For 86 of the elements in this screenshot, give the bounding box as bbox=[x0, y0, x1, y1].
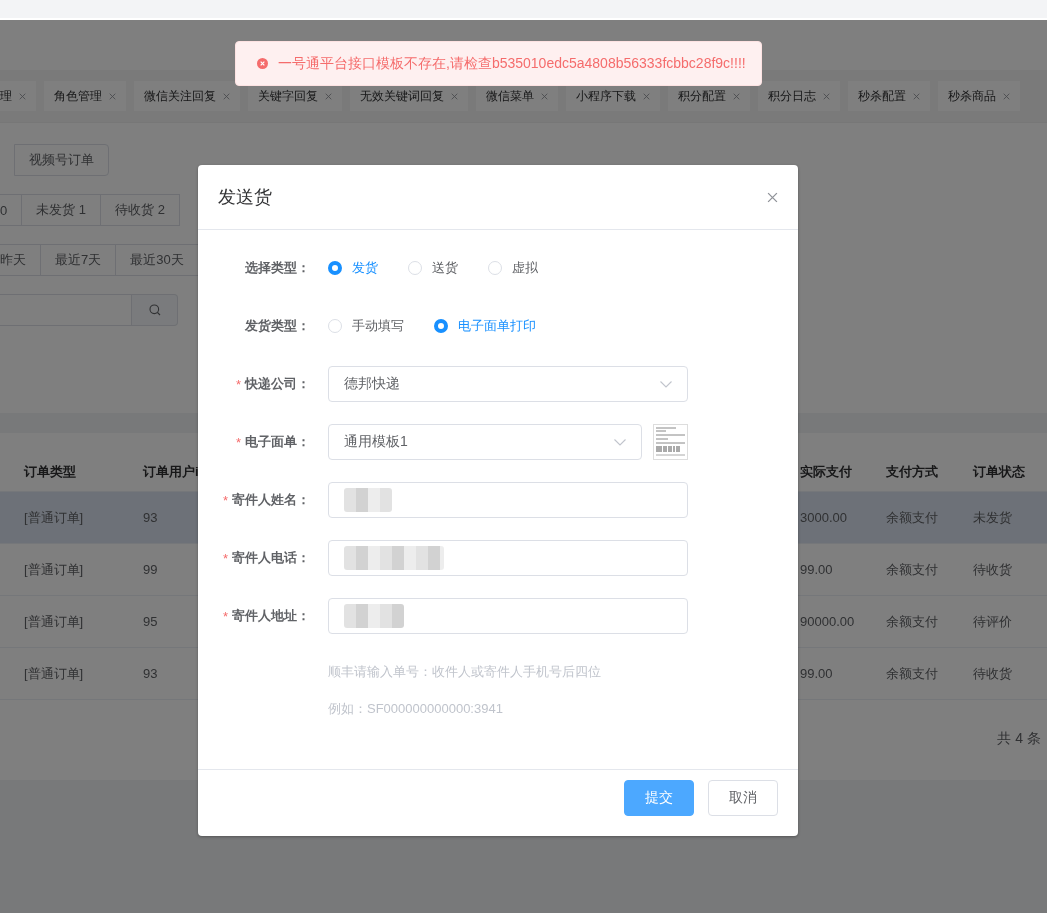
close-icon[interactable] bbox=[767, 191, 778, 203]
required-asterisk: * bbox=[235, 434, 241, 450]
page-tab[interactable]: 角色管理 bbox=[44, 81, 126, 111]
table-cell: 未发货 bbox=[973, 508, 1012, 527]
close-icon[interactable] bbox=[1003, 92, 1010, 100]
page-tab[interactable]: 理 bbox=[0, 81, 36, 111]
table-cell: 待收货 bbox=[973, 664, 1012, 683]
search-icon bbox=[148, 304, 161, 316]
close-icon[interactable] bbox=[913, 92, 920, 100]
table-cell: 3000.00 bbox=[800, 510, 847, 525]
status-filter-button[interactable]: 未发货 1 bbox=[22, 194, 102, 226]
order-source-button[interactable]: 视频号订单 bbox=[14, 144, 109, 176]
radio-option[interactable]: 手动填写 bbox=[328, 317, 404, 335]
required-asterisk: * bbox=[235, 376, 241, 392]
close-icon[interactable] bbox=[451, 92, 458, 100]
text-field[interactable] bbox=[328, 482, 688, 518]
waybill-thumbnail[interactable] bbox=[653, 424, 688, 460]
page-tab[interactable]: 秒杀商品 bbox=[938, 81, 1020, 111]
radio-dot[interactable] bbox=[434, 319, 448, 333]
page-tab[interactable]: 微信关注回复 bbox=[134, 81, 240, 111]
field-label: 发货类型： bbox=[245, 317, 310, 335]
close-icon[interactable] bbox=[223, 92, 230, 100]
close-icon[interactable] bbox=[19, 92, 26, 100]
table-cell: [普通订单] bbox=[24, 508, 84, 527]
cancel-button[interactable]: 取消 bbox=[708, 780, 778, 816]
required-asterisk: * bbox=[222, 608, 228, 624]
submit-button[interactable]: 提交 bbox=[624, 780, 694, 816]
close-icon[interactable] bbox=[109, 92, 116, 100]
text-field[interactable] bbox=[328, 598, 688, 634]
required-asterisk: * bbox=[222, 492, 228, 508]
field-label: 电子面单： bbox=[245, 433, 310, 451]
table-cell: 99.00 bbox=[800, 562, 833, 577]
close-icon[interactable] bbox=[733, 92, 740, 100]
column-header: 订单用户i bbox=[143, 463, 199, 481]
table-cell: 90000.00 bbox=[800, 614, 855, 629]
status-filter-button[interactable]: 0 bbox=[0, 194, 23, 226]
radio-dot[interactable] bbox=[328, 261, 342, 275]
date-filter-button[interactable]: 最近7天 bbox=[41, 244, 117, 276]
table-cell: 待收货 bbox=[973, 560, 1012, 579]
table-cell: 93 bbox=[143, 666, 158, 681]
column-header: 订单类型 bbox=[24, 463, 76, 481]
date-filter-button[interactable]: 最近30天 bbox=[116, 244, 199, 276]
table-cell: 余额支付 bbox=[886, 664, 938, 683]
text-field[interactable] bbox=[328, 540, 688, 576]
field-label: 寄件人姓名： bbox=[232, 491, 310, 509]
radio-option[interactable]: 送货 bbox=[408, 259, 458, 277]
status-filter-button[interactable]: 待收货 2 bbox=[101, 194, 180, 226]
select-field[interactable]: 德邦快递 bbox=[328, 366, 688, 402]
page-tab[interactable]: 秒杀配置 bbox=[848, 81, 930, 111]
search-button[interactable] bbox=[132, 294, 178, 326]
error-icon bbox=[257, 58, 268, 69]
table-cell: [普通订单] bbox=[24, 612, 84, 631]
radio-option[interactable]: 发货 bbox=[328, 259, 378, 277]
close-icon[interactable] bbox=[823, 92, 830, 100]
table-cell: [普通订单] bbox=[24, 560, 84, 579]
field-label: 寄件人地址： bbox=[232, 607, 310, 625]
table-cell: 93 bbox=[143, 510, 158, 525]
required-asterisk: * bbox=[222, 550, 228, 566]
radio-option[interactable]: 电子面单打印 bbox=[434, 317, 536, 335]
field-label: 快递公司： bbox=[245, 375, 310, 393]
table-cell: 99.00 bbox=[800, 666, 833, 681]
dialog-title: 发送货 bbox=[218, 186, 272, 209]
total-count: 共 4 条 bbox=[997, 730, 1041, 748]
column-header: 支付方式 bbox=[886, 463, 938, 481]
table-cell: 待评价 bbox=[973, 612, 1012, 631]
table-cell: 余额支付 bbox=[886, 560, 938, 579]
close-icon[interactable] bbox=[541, 92, 548, 100]
column-header: 订单状态 bbox=[973, 463, 1025, 481]
date-filter-button[interactable]: 昨天 bbox=[0, 244, 41, 276]
close-icon[interactable] bbox=[325, 92, 332, 100]
field-label: 寄件人电话： bbox=[232, 549, 310, 567]
table-cell: 95 bbox=[143, 614, 158, 629]
hint-text: 例如：SF000000000000:3941 bbox=[328, 700, 504, 718]
toast-message: 一号通平台接口模板不存在,请检查b535010edc5a4808b56333fcbbc28f9c!!!! bbox=[278, 54, 746, 73]
table-cell: 99 bbox=[143, 562, 158, 577]
column-header: 实际支付 bbox=[800, 463, 852, 481]
chevron-down-icon bbox=[614, 438, 626, 446]
table-cell: 余额支付 bbox=[886, 508, 938, 527]
chevron-down-icon bbox=[660, 380, 672, 388]
table-cell: 余额支付 bbox=[886, 612, 938, 631]
radio-option[interactable]: 虚拟 bbox=[488, 259, 538, 277]
page-tab[interactable]: 积分日志 bbox=[758, 81, 840, 111]
table-cell: [普通订单] bbox=[24, 664, 84, 683]
field-label: 选择类型： bbox=[245, 259, 310, 277]
close-icon[interactable] bbox=[643, 92, 650, 100]
select-field[interactable]: 通用模板1 bbox=[328, 424, 642, 460]
